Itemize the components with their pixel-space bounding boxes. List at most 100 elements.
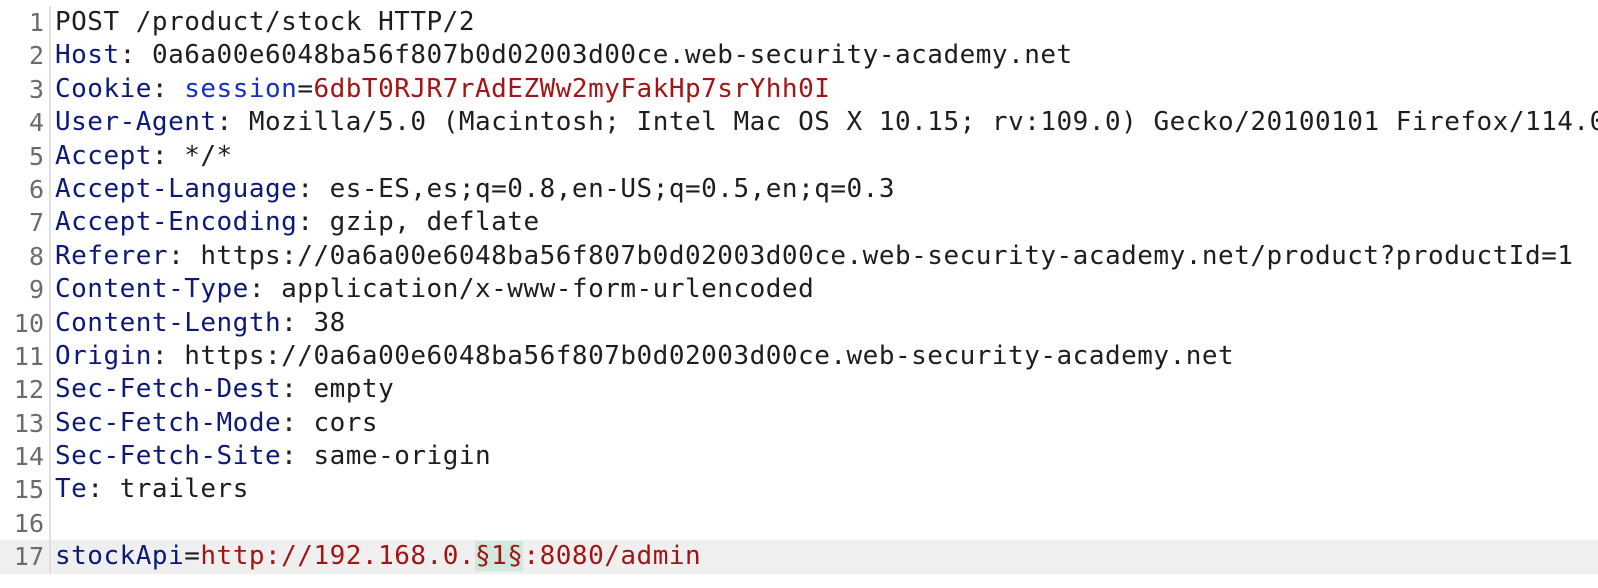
- header-separator: :: [216, 107, 249, 138]
- header-line-host[interactable]: 2 Host: 0a6a00e6048ba56f807b0d02003d00ce…: [0, 39, 1598, 73]
- cookie-equals: =: [297, 73, 314, 104]
- header-line-origin[interactable]: 11 Origin: https://0a6a00e6048ba56f807b0…: [0, 339, 1598, 374]
- gutter-divider: [49, 273, 51, 307]
- header-line-user-agent[interactable]: 4 User-Agent: Mozilla/5.0 (Macintosh; In…: [0, 106, 1598, 140]
- header-line-sec-fetch-mode[interactable]: 13 Sec-Fetch-Mode: cors: [0, 406, 1598, 441]
- header-name: Origin: [55, 340, 152, 371]
- header-value: https://0a6a00e6048ba56f807b0d02003d00ce…: [184, 340, 1235, 371]
- header-name: Sec-Fetch-Site: [55, 441, 282, 472]
- header-name: Cookie: [55, 73, 152, 104]
- gutter-divider: [49, 506, 51, 541]
- line-number: 10: [13, 308, 44, 338]
- request-line-1[interactable]: 1 POST /product/stock HTTP/2: [0, 6, 1598, 40]
- line-number: 8: [28, 241, 44, 271]
- header-name: Accept-Encoding: [55, 207, 298, 238]
- gutter-divider: [49, 172, 51, 207]
- header-value: gzip, deflate: [329, 207, 540, 238]
- line-number: 5: [28, 141, 44, 171]
- header-line-cookie[interactable]: 3 Cookie: session=6dbT0RJR7rAdEZWw2myFak…: [0, 72, 1598, 107]
- header-value: application/x-www-form-urlencoded: [281, 274, 815, 305]
- body-param-value-prefix: http://192.168.0.: [200, 541, 475, 572]
- header-value: 0a6a00e6048ba56f807b0d02003d00ce.web-sec…: [151, 40, 1073, 71]
- line-number: 11: [13, 341, 44, 371]
- header-name: Sec-Fetch-Dest: [55, 374, 282, 405]
- gutter-divider: [49, 239, 51, 274]
- header-name: Referer: [55, 240, 169, 271]
- header-separator: :: [297, 173, 330, 204]
- gutter-divider: [49, 339, 51, 374]
- gutter-divider: [49, 473, 51, 507]
- line-number: 15: [13, 475, 44, 505]
- gutter-divider: [49, 440, 51, 474]
- blank-line[interactable]: 16: [0, 506, 1598, 541]
- header-separator: :: [168, 240, 201, 271]
- header-name: Content-Type: [55, 274, 249, 305]
- gutter-divider: [49, 206, 51, 240]
- header-value: same-origin: [313, 441, 492, 472]
- header-separator: :: [281, 407, 314, 438]
- cookie-value: 6dbT0RJR7rAdEZWw2myFakHp7srYhh0I: [313, 73, 831, 104]
- header-name: Content-Length: [55, 307, 282, 338]
- header-value: Mozilla/5.0 (Macintosh; Intel Mac OS X 1…: [248, 107, 1598, 138]
- body-param-name: stockApi: [55, 541, 185, 572]
- header-separator: :: [151, 140, 185, 171]
- header-line-sec-fetch-dest[interactable]: 12 Sec-Fetch-Dest: empty: [0, 373, 1598, 407]
- header-name: Accept: [55, 140, 152, 171]
- header-value: es-ES,es;q=0.8,en-US;q=0.5,en;q=0.3: [329, 173, 895, 204]
- gutter-divider: [49, 373, 51, 407]
- header-value: */*: [184, 140, 233, 171]
- line-number: 4: [28, 108, 44, 138]
- body-param-value-suffix: :8080/admin: [523, 541, 702, 572]
- line-number: 13: [13, 408, 44, 438]
- header-line-accept-language[interactable]: 6 Accept-Language: es-ES,es;q=0.8,en-US;…: [0, 172, 1598, 207]
- header-separator: :: [248, 274, 282, 305]
- header-name: Te: [55, 474, 88, 505]
- cookie-name: session: [184, 73, 298, 104]
- header-line-te[interactable]: 15 Te: trailers: [0, 473, 1598, 507]
- intruder-payload-marker[interactable]: §1§: [475, 541, 524, 572]
- line-number: 12: [13, 375, 44, 405]
- gutter-divider: [49, 39, 51, 73]
- gutter-divider: [49, 139, 51, 173]
- line-number: 16: [13, 508, 44, 538]
- header-name: Host: [55, 40, 120, 71]
- header-line-accept-encoding[interactable]: 7 Accept-Encoding: gzip, deflate: [0, 206, 1598, 240]
- header-separator: :: [151, 73, 185, 104]
- gutter-divider: [49, 540, 51, 574]
- gutter-divider: [49, 106, 51, 140]
- line-number: 7: [28, 208, 44, 238]
- line-number: 3: [28, 74, 44, 104]
- header-line-accept[interactable]: 5 Accept: */*: [0, 139, 1598, 173]
- header-name: User-Agent: [55, 107, 217, 138]
- header-line-referer[interactable]: 8 Referer: https://0a6a00e6048ba56f807b0…: [0, 239, 1598, 274]
- header-line-content-type[interactable]: 9 Content-Type: application/x-www-form-u…: [0, 273, 1598, 307]
- header-value: trailers: [119, 474, 249, 505]
- header-value: cors: [313, 407, 379, 438]
- header-separator: :: [281, 307, 314, 338]
- gutter-divider: [49, 406, 51, 441]
- header-separator: :: [281, 374, 314, 405]
- line-number: 6: [28, 174, 44, 204]
- gutter-divider: [49, 6, 51, 40]
- header-value: empty: [313, 374, 395, 405]
- line-number: 17: [13, 542, 44, 572]
- gutter-divider: [49, 306, 51, 340]
- header-value: 38: [313, 307, 346, 338]
- header-separator: :: [281, 441, 314, 472]
- request-line-text: POST /product/stock HTTP/2: [55, 7, 475, 37]
- gutter-divider: [49, 72, 51, 107]
- header-separator: :: [87, 474, 120, 505]
- header-separator: :: [119, 40, 152, 71]
- header-name: Accept-Language: [55, 173, 298, 204]
- line-number: 2: [28, 41, 44, 71]
- body-param-equals: =: [184, 541, 201, 572]
- body-line-stockapi[interactable]: 17 stockApi=http://192.168.0.§1§:8080/ad…: [0, 540, 1598, 574]
- header-line-sec-fetch-site[interactable]: 14 Sec-Fetch-Site: same-origin: [0, 440, 1598, 474]
- header-separator: :: [151, 340, 185, 371]
- line-number: 9: [28, 275, 44, 305]
- header-name: Sec-Fetch-Mode: [55, 407, 282, 438]
- request-editor[interactable]: 1 POST /product/stock HTTP/2 2 Host: 0a6…: [0, 6, 1598, 574]
- line-number: 14: [13, 442, 44, 472]
- line-number: 1: [28, 8, 44, 37]
- header-line-content-length[interactable]: 10 Content-Length: 38: [0, 306, 1598, 340]
